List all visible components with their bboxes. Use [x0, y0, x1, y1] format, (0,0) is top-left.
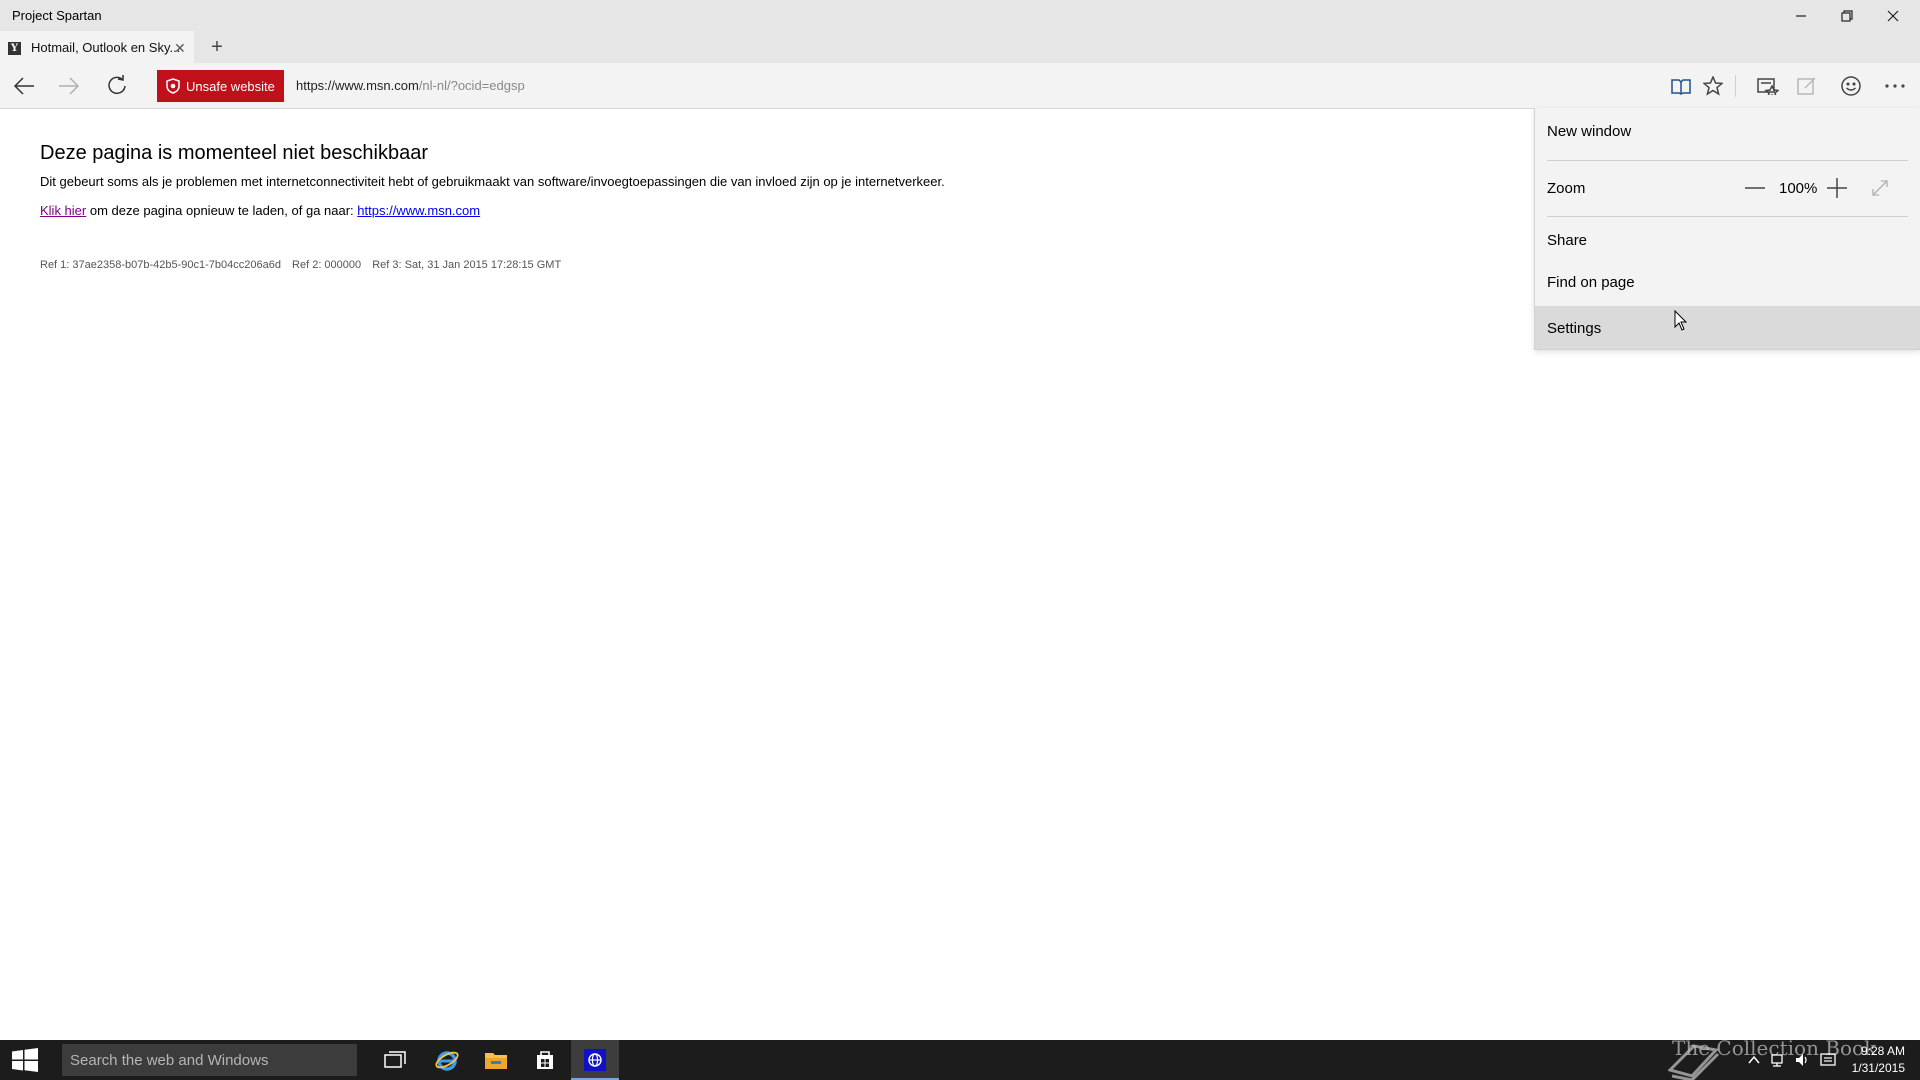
reference-info: Ref 1: 37ae2358-b07b-42b5-90c1-7b04cc206…	[40, 259, 569, 271]
task-view-button[interactable]	[371, 1040, 419, 1080]
more-actions-button[interactable]	[1880, 72, 1910, 100]
retry-link[interactable]: Klik hier	[40, 203, 86, 218]
forward-arrow-icon	[59, 77, 80, 95]
window-title: Project Spartan	[12, 8, 102, 23]
full-screen-button[interactable]	[1865, 173, 1895, 203]
ref-1: Ref 1: 37ae2358-b07b-42b5-90c1-7b04cc206…	[40, 259, 281, 271]
web-note-icon	[1797, 77, 1816, 95]
forward-button[interactable]	[55, 72, 83, 100]
back-arrow-icon	[13, 77, 34, 95]
store-icon	[537, 1051, 553, 1069]
refresh-icon	[108, 75, 126, 95]
windows-logo-icon	[12, 1048, 38, 1072]
zoom-out-button[interactable]	[1740, 173, 1770, 203]
menu-item-zoom: Zoom 100%	[1535, 161, 1920, 217]
action-center-icon[interactable]	[1820, 1052, 1836, 1068]
unsafe-website-label: Unsafe website	[186, 78, 275, 94]
store-button[interactable]	[521, 1040, 569, 1080]
volume-icon[interactable]	[1794, 1052, 1810, 1068]
menu-item-share[interactable]: Share	[1535, 220, 1920, 260]
taskbar-search-placeholder: Search the web and Windows	[70, 1052, 269, 1069]
menu-item-find-on-page[interactable]: Find on page	[1535, 262, 1920, 302]
back-button[interactable]	[10, 72, 38, 100]
new-tab-button[interactable]: +	[206, 36, 228, 58]
network-icon[interactable]	[1770, 1052, 1786, 1068]
title-bar	[0, 0, 1920, 31]
more-actions-icon	[1885, 84, 1905, 88]
toolbar-divider	[1735, 75, 1736, 97]
show-hidden-icons-icon[interactable]	[1746, 1052, 1762, 1068]
reading-list-icon	[1757, 78, 1779, 95]
unsafe-website-badge[interactable]: Unsafe website	[157, 70, 284, 102]
msn-favicon-icon: Y	[8, 42, 21, 55]
reading-list-button[interactable]	[1753, 72, 1783, 100]
spartan-browser-icon	[584, 1049, 606, 1071]
navigation-bar	[0, 63, 1920, 109]
new-window-label: New window	[1547, 123, 1632, 140]
tab-strip	[0, 31, 1920, 63]
share-label: Share	[1547, 232, 1588, 249]
start-button[interactable]	[0, 1040, 50, 1080]
retry-line: Klik hier om deze pagina opnieuw te lade…	[40, 203, 480, 218]
internet-explorer-button[interactable]	[423, 1040, 471, 1080]
favorites-button[interactable]	[1698, 72, 1728, 100]
menu-item-new-window[interactable]: New window	[1535, 108, 1920, 160]
clock-time[interactable]: 9:28 AM	[1855, 1044, 1905, 1058]
minimize-icon	[1796, 14, 1806, 17]
url-path: /nl-nl/?ocid=edgsp	[418, 78, 525, 93]
internet-explorer-icon	[435, 1051, 459, 1071]
close-window-button[interactable]	[1870, 0, 1916, 31]
feedback-smiley-icon	[1841, 76, 1861, 96]
mouse-cursor-icon	[1674, 310, 1688, 331]
full-screen-icon	[1872, 180, 1888, 196]
reading-view-button[interactable]	[1666, 72, 1696, 100]
settings-label: Settings	[1547, 320, 1602, 337]
ref-3: Ref 3: Sat, 31 Jan 2015 17:28:15 GMT	[372, 259, 562, 271]
web-note-button[interactable]	[1792, 72, 1822, 100]
shield-warning-icon	[166, 78, 180, 94]
menu-item-settings[interactable]: Settings	[1535, 306, 1920, 349]
tab-title: Hotmail, Outlook en Sky...	[31, 40, 181, 55]
more-actions-menu: New window Zoom 100% Share Find on page …	[1534, 108, 1920, 350]
retry-text: om deze pagina opnieuw te laden, of ga n…	[86, 203, 358, 218]
page-description: Dit gebeurt soms als je problemen met in…	[40, 174, 945, 189]
minimize-button[interactable]	[1778, 0, 1824, 31]
close-icon	[1887, 10, 1899, 21]
restore-button[interactable]	[1824, 0, 1870, 31]
refresh-button[interactable]	[103, 72, 131, 100]
favorites-star-icon	[1703, 76, 1723, 96]
plus-icon	[1827, 178, 1847, 198]
feedback-button[interactable]	[1836, 72, 1866, 100]
address-bar[interactable]: https://www.msn.com/nl-nl/?ocid=edgsp	[296, 78, 525, 93]
url-host: https://www.msn.com	[296, 78, 419, 93]
restore-icon	[1841, 9, 1853, 22]
file-explorer-icon	[485, 1053, 507, 1069]
file-explorer-button[interactable]	[472, 1040, 520, 1080]
zoom-value: 100%	[1779, 180, 1818, 197]
minus-icon	[1745, 187, 1765, 189]
task-view-icon	[384, 1051, 406, 1068]
reading-view-icon	[1671, 79, 1691, 95]
spartan-browser-button[interactable]	[571, 1040, 619, 1080]
find-on-page-label: Find on page	[1547, 274, 1635, 291]
zoom-label: Zoom	[1547, 180, 1586, 197]
zoom-in-button[interactable]	[1822, 173, 1852, 203]
ref-2: Ref 2: 000000	[292, 259, 362, 271]
page-heading: Deze pagina is momenteel niet beschikbaa…	[40, 142, 428, 164]
tab-close-icon[interactable]: ✕	[174, 40, 186, 57]
msn-link[interactable]: https://www.msn.com	[357, 203, 480, 218]
clock-date[interactable]: 1/31/2015	[1850, 1061, 1905, 1075]
menu-divider	[1547, 216, 1908, 217]
